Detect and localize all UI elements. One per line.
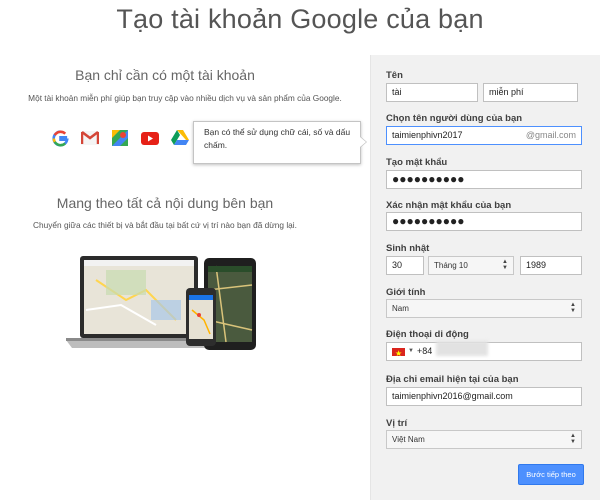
birth-year-input[interactable]: 1989 [520, 256, 582, 275]
one-account-heading: Bạn chỉ cần có một tài khoản [75, 67, 255, 83]
product-icons [50, 128, 190, 148]
phone-number-redacted [436, 341, 488, 356]
confirm-password-label: Xác nhận mật khẩu của bạn [386, 200, 512, 211]
country-dropdown-icon[interactable]: ▼ [408, 343, 414, 360]
one-account-text: Một tài khoản miễn phí giúp bạn truy cập… [28, 93, 342, 103]
confirm-password-input[interactable]: ●●●●●●●●●● [386, 212, 582, 231]
first-name-input[interactable]: tài [386, 83, 478, 102]
month-value: Tháng 10 [434, 261, 468, 270]
select-arrows-icon: ▲ ▼ [570, 433, 576, 445]
location-label: Vị trí [386, 418, 408, 429]
vietnam-flag-icon [392, 345, 405, 360]
location-select[interactable]: Việt Nam ▲ ▼ [386, 430, 582, 449]
username-value: taimienphivn2017 [392, 130, 463, 140]
location-value: Việt Nam [392, 435, 425, 444]
name-label: Tên [386, 70, 403, 81]
username-input[interactable]: taimienphivn2017 @gmail.com [386, 126, 582, 145]
page-title: Tạo tài khoản Google của bạn [116, 4, 484, 34]
password-label: Tạo mật khẩu [386, 157, 448, 168]
next-step-button[interactable]: Bước tiếp theo [518, 464, 584, 485]
maps-icon [110, 128, 130, 148]
gmail-icon [80, 128, 100, 148]
gmail-suffix: @gmail.com [525, 130, 576, 140]
devices-illustration [66, 256, 256, 350]
username-label: Chọn tên người dùng của bạn [386, 113, 523, 124]
gender-select[interactable]: Nam ▲ ▼ [386, 299, 582, 318]
youtube-icon [140, 128, 160, 148]
google-icon [50, 128, 70, 148]
current-email-input[interactable]: taimienphivn2016@gmail.com [386, 387, 582, 406]
phone-prefix: +84 [417, 346, 433, 356]
birth-month-select[interactable]: Tháng 10 ▲ ▼ [428, 256, 514, 275]
current-email-label: Địa chỉ email hiện tại của bạn [386, 374, 519, 385]
last-name-input[interactable]: miễn phí [483, 83, 578, 102]
gender-label: Giới tính [386, 287, 426, 298]
drive-icon [170, 128, 190, 148]
info-column: Bạn chỉ cần có một tài khoản Một tài kho… [0, 55, 370, 500]
tooltip-text: Bạn có thể sử dụng chữ cái, số và dấu ch… [204, 127, 351, 150]
password-input[interactable]: ●●●●●●●●●● [386, 170, 582, 189]
gender-value: Nam [392, 304, 409, 313]
username-tooltip: Bạn có thể sử dụng chữ cái, số và dấu ch… [193, 121, 367, 164]
birth-day-input[interactable]: 30 [386, 256, 424, 275]
select-arrows-icon: ▲ ▼ [570, 302, 576, 314]
take-content-text: Chuyển giữa các thiết bị và bắt đầu tại … [33, 220, 297, 230]
take-content-heading: Mang theo tất cả nội dung bên bạn [56, 195, 274, 211]
birthday-label: Sinh nhật [386, 243, 430, 254]
select-arrows-icon: ▲ ▼ [502, 259, 508, 271]
phone-label: Điện thoại di động [386, 329, 469, 340]
